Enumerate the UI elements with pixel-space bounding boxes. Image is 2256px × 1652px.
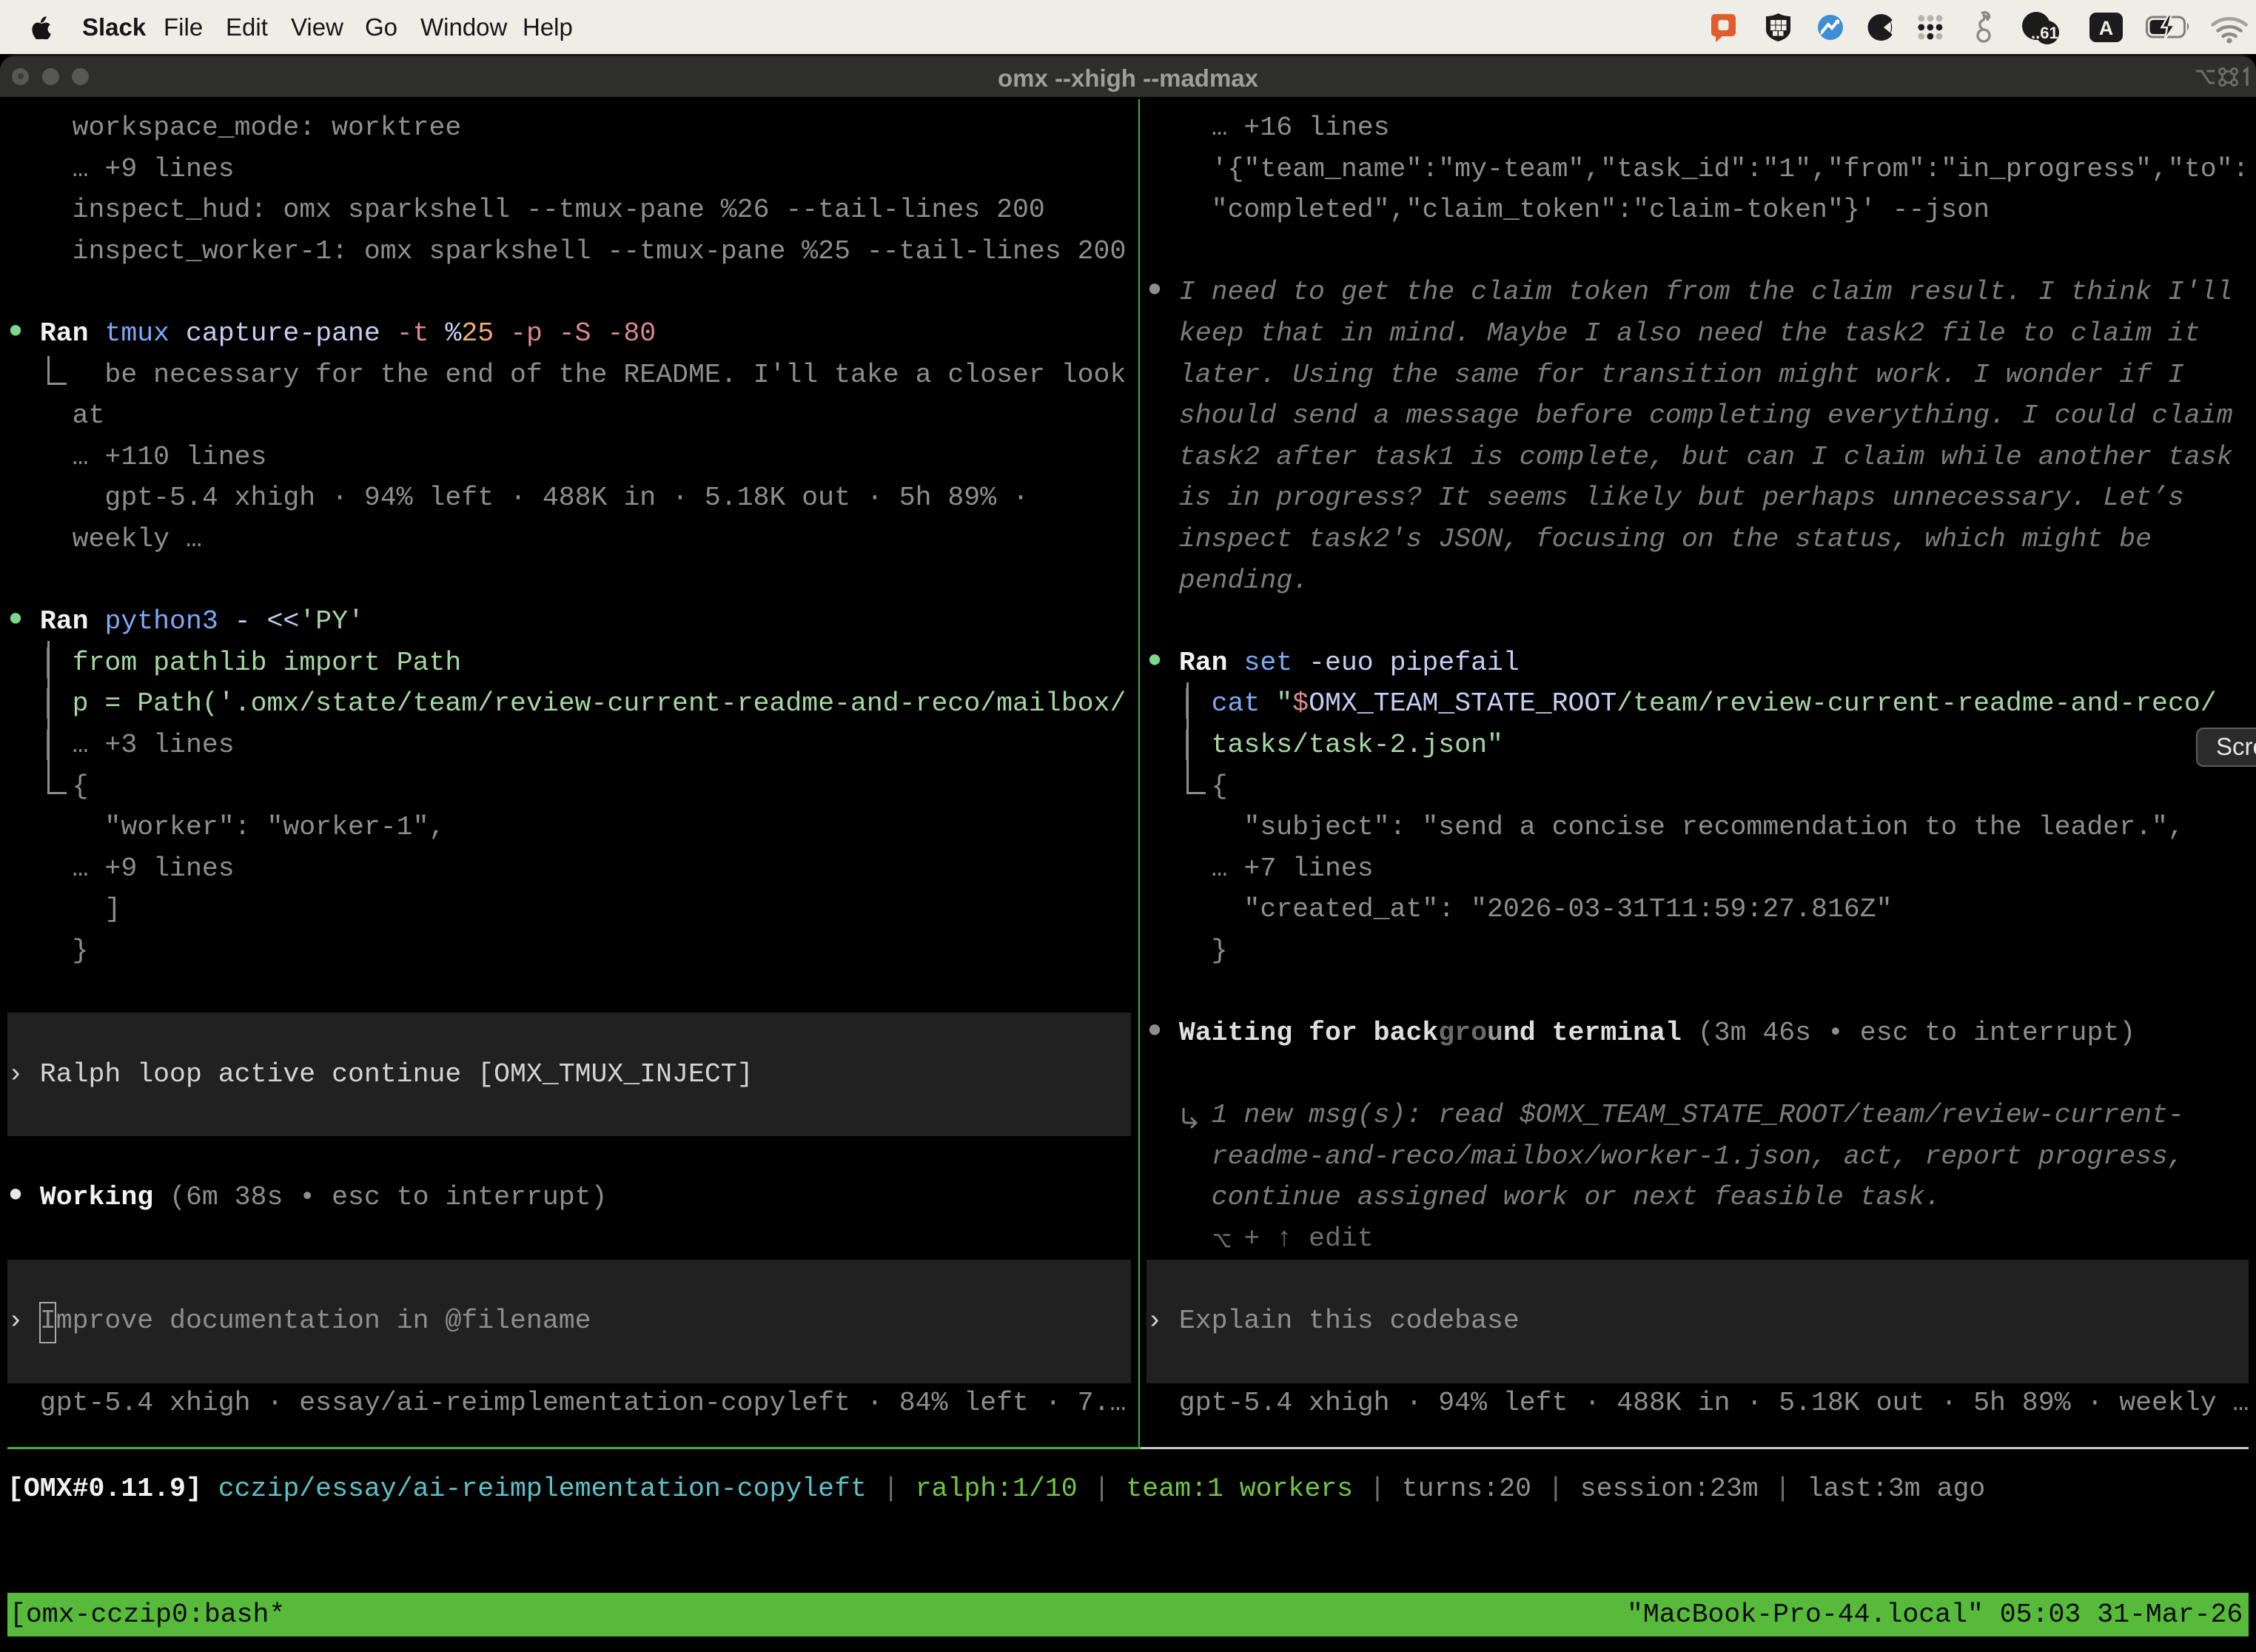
svg-text:..61: ..61 <box>2031 24 2058 42</box>
svg-text:A: A <box>2099 17 2114 39</box>
